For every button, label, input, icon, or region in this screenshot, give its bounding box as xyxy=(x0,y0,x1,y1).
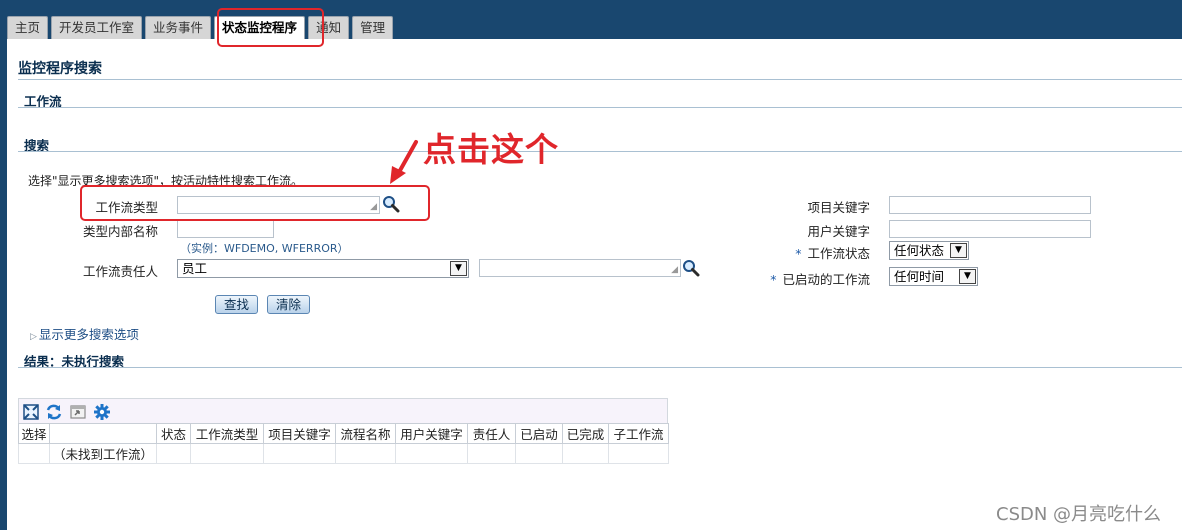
owner-label: 工作流责任人 xyxy=(82,264,158,279)
type-internal-name-label: 类型内部名称 xyxy=(82,224,158,239)
column-header-item-key[interactable]: 项目关键字 xyxy=(263,423,336,444)
tab-home[interactable]: 主页 xyxy=(7,16,49,39)
column-header-user-key[interactable]: 用户关键字 xyxy=(395,423,468,444)
column-header-workflow-type[interactable]: 工作流类型 xyxy=(190,423,264,444)
page-title: 监控程序搜索 xyxy=(18,61,102,77)
internal-name-example: （实例：WFDEMO, WFERROR） xyxy=(180,242,349,255)
workflow-status-label-text: 工作流状态 xyxy=(807,246,870,261)
column-header-blank xyxy=(49,423,157,444)
required-marker: * xyxy=(795,246,802,261)
results-table: 选择 状态 工作流类型 项目关键字 流程名称 用户关键字 责任人 已启动 已完成… xyxy=(18,423,669,464)
owner-input[interactable]: ◢ xyxy=(479,259,681,277)
annotation-text: 点击这个 xyxy=(423,130,559,169)
empty-results-message: （未找到工作流） xyxy=(49,443,157,464)
workflow-status-value: 任何状态 xyxy=(894,243,945,258)
column-header-owner[interactable]: 责任人 xyxy=(467,423,516,444)
tab-bar: 主页 开发员工作室 业务事件 状态监控程序 通知 管理 xyxy=(7,16,394,39)
search-button[interactable]: 查找 xyxy=(215,295,259,314)
chevron-down-icon: ▼ xyxy=(450,261,467,276)
refresh-icon[interactable] xyxy=(45,403,63,421)
chevron-down-icon: ▼ xyxy=(950,243,967,258)
tab-annotation-box xyxy=(217,8,324,47)
table-cell xyxy=(263,443,336,464)
item-key-label: 项目关键字 xyxy=(807,200,870,215)
detach-table-icon[interactable] xyxy=(22,403,40,421)
table-cell xyxy=(608,443,669,464)
annotation-arrow-icon xyxy=(390,140,418,184)
tab-developer-studio[interactable]: 开发员工作室 xyxy=(51,16,143,39)
chevron-down-icon: ▼ xyxy=(959,269,976,284)
owner-type-select[interactable]: 员工 ▼ xyxy=(177,259,469,278)
table-cell xyxy=(190,443,264,464)
started-label: * 已启动的工作流 xyxy=(730,269,870,288)
column-header-started[interactable]: 已启动 xyxy=(515,423,563,444)
user-key-input[interactable] xyxy=(889,220,1091,238)
column-header-completed[interactable]: 已完成 xyxy=(562,423,609,444)
workflow-status-select[interactable]: 任何状态 ▼ xyxy=(889,241,969,260)
search-icon[interactable] xyxy=(682,259,700,277)
table-cell xyxy=(335,443,396,464)
divider xyxy=(18,151,1182,152)
gear-icon[interactable] xyxy=(93,403,111,421)
watermark: CSDN @月亮吃什么 xyxy=(996,504,1162,525)
more-search-options-text: 显示更多搜索选项 xyxy=(38,327,139,342)
started-select[interactable]: 任何时间 ▼ xyxy=(889,267,978,286)
column-header-select: 选择 xyxy=(18,423,50,444)
table-header-row: 选择 状态 工作流类型 项目关键字 流程名称 用户关键字 责任人 已启动 已完成… xyxy=(18,423,669,444)
more-search-options-link[interactable]: ▷ 显示更多搜索选项 xyxy=(30,324,139,343)
column-header-child-workflows[interactable]: 子工作流 xyxy=(608,423,669,444)
table-cell xyxy=(395,443,468,464)
started-label-text: 已启动的工作流 xyxy=(782,272,870,287)
table-cell xyxy=(18,443,50,464)
user-key-label: 用户关键字 xyxy=(807,224,870,239)
tab-business-events[interactable]: 业务事件 xyxy=(145,16,212,39)
table-cell xyxy=(562,443,609,464)
divider xyxy=(18,107,1182,108)
owner-type-value: 员工 xyxy=(182,261,208,276)
column-header-process-name[interactable]: 流程名称 xyxy=(335,423,396,444)
table-row: （未找到工作流） xyxy=(18,443,669,464)
table-cell xyxy=(515,443,563,464)
item-key-input[interactable] xyxy=(889,196,1091,214)
required-marker: * xyxy=(770,272,777,287)
type-internal-name-input[interactable] xyxy=(177,220,274,238)
divider xyxy=(18,79,1182,80)
started-value: 任何时间 xyxy=(894,269,945,284)
divider xyxy=(18,367,1182,368)
workflow-status-label: * 工作流状态 xyxy=(730,243,870,262)
window-frame xyxy=(0,0,7,530)
expand-triangle-icon: ▷ xyxy=(30,332,37,342)
export-icon[interactable] xyxy=(69,403,87,421)
annotation-box xyxy=(80,185,430,221)
tab-administration[interactable]: 管理 xyxy=(352,16,394,39)
results-toolbar xyxy=(18,398,668,424)
table-cell xyxy=(467,443,516,464)
resize-handle-icon: ◢ xyxy=(671,265,678,275)
clear-button[interactable]: 清除 xyxy=(267,295,311,314)
column-header-status[interactable]: 状态 xyxy=(156,423,191,444)
table-cell xyxy=(156,443,191,464)
